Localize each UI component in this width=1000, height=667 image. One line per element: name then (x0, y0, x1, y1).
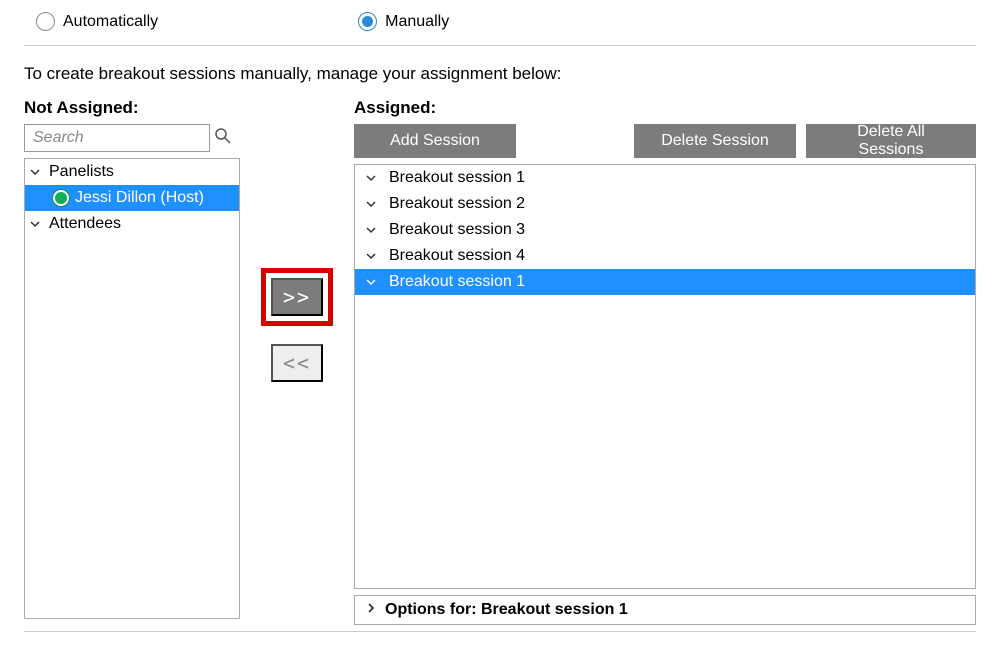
instruction-text: To create breakout sessions manually, ma… (24, 46, 976, 98)
radio-automatic[interactable]: Automatically (36, 12, 158, 31)
assigned-sessions-list: Breakout session 1 Breakout session 2 Br… (354, 164, 976, 589)
options-bar[interactable]: Options for: Breakout session 1 (354, 595, 976, 625)
chevron-down-icon (365, 276, 379, 288)
list-item[interactable]: Breakout session 1 (355, 269, 975, 295)
not-assigned-heading: Not Assigned: (24, 98, 240, 118)
session-label: Breakout session 3 (389, 221, 525, 239)
radio-manual-label: Manually (385, 14, 449, 30)
radio-dot-icon (362, 16, 373, 27)
radio-circle-icon (36, 12, 55, 31)
search-input[interactable] (24, 124, 210, 152)
tree-group-label: Panelists (49, 163, 114, 181)
tree-item-label: Jessi Dillon (Host) (75, 189, 204, 207)
tree-group-panelists[interactable]: Panelists (25, 159, 239, 185)
list-item[interactable]: Breakout session 4 (355, 243, 975, 269)
delete-all-sessions-button[interactable]: Delete All Sessions (806, 124, 976, 158)
chevron-down-icon (365, 198, 379, 210)
list-item[interactable]: Breakout session 3 (355, 217, 975, 243)
session-label: Breakout session 1 (389, 169, 525, 187)
assignment-mode-radio-group: Automatically Manually (24, 6, 976, 45)
list-item[interactable]: Breakout session 1 (355, 165, 975, 191)
radio-automatic-label: Automatically (63, 14, 158, 30)
highlight-box: >> (261, 268, 333, 326)
assign-left-button[interactable]: << (271, 344, 323, 382)
options-label: Options for: Breakout session 1 (385, 601, 628, 619)
tree-item-host[interactable]: Jessi Dillon (Host) (25, 185, 239, 211)
radio-circle-icon (358, 12, 377, 31)
session-label: Breakout session 4 (389, 247, 525, 265)
radio-manual[interactable]: Manually (358, 12, 449, 31)
chevron-down-icon (365, 250, 379, 262)
tree-group-label: Attendees (49, 215, 121, 233)
chevron-down-icon (29, 218, 43, 230)
add-session-button[interactable]: Add Session (354, 124, 516, 158)
chevron-down-icon (29, 166, 43, 178)
chevron-right-icon (365, 601, 377, 619)
tree-group-attendees[interactable]: Attendees (25, 211, 239, 237)
host-status-icon (53, 190, 69, 206)
not-assigned-tree: Panelists Jessi Dillon (Host) Attendees (24, 158, 240, 619)
chevron-down-icon (365, 224, 379, 236)
session-label: Breakout session 1 (389, 273, 525, 291)
search-icon[interactable] (214, 127, 232, 150)
chevron-down-icon (365, 172, 379, 184)
assign-right-button[interactable]: >> (271, 278, 323, 316)
delete-session-button[interactable]: Delete Session (634, 124, 796, 158)
assigned-heading: Assigned: (354, 98, 976, 118)
divider (24, 631, 976, 632)
session-label: Breakout session 2 (389, 195, 525, 213)
list-item[interactable]: Breakout session 2 (355, 191, 975, 217)
